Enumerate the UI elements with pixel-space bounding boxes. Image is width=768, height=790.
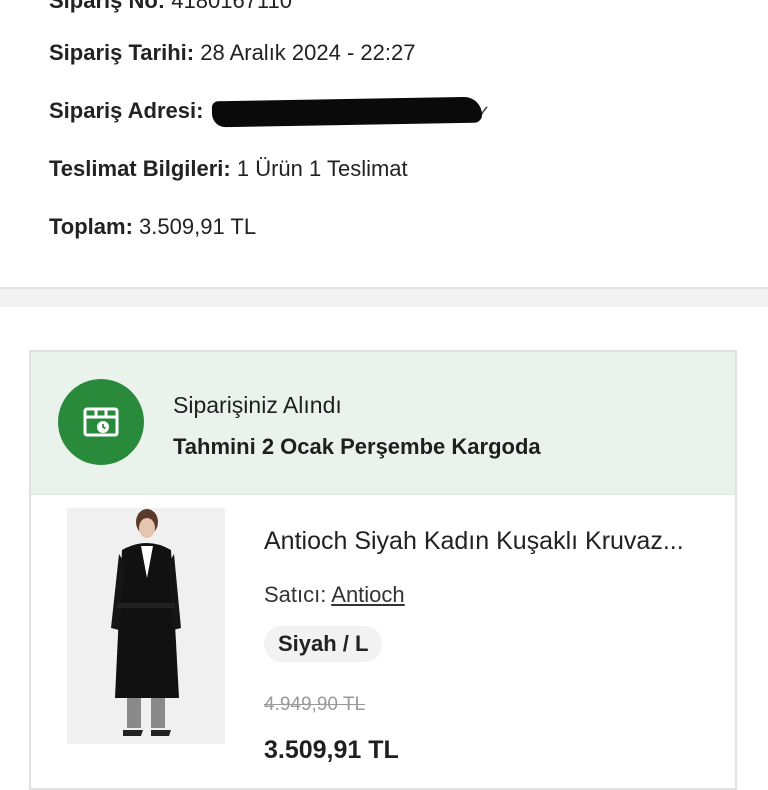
section-gap — [0, 289, 768, 307]
order-info-section: Sipariş No: 4180167110 Sipariş Tarihi: 2… — [0, 0, 768, 288]
order-number-row: Sipariş No: 4180167110 — [49, 0, 292, 16]
product-image[interactable] — [67, 508, 225, 744]
status-icon-circle — [58, 379, 144, 465]
address-redaction — [211, 96, 482, 128]
order-total-row: Toplam: 3.509,91 TL — [49, 212, 256, 242]
shipment-card: Siparişiniz Alındı Tahmini 2 Ocak Perşem… — [29, 350, 737, 790]
delivery-info-value: 1 Ürün 1 Teslimat — [236, 156, 408, 181]
order-address-label: Sipariş Adresi: — [49, 98, 204, 123]
seller-link[interactable]: Antioch — [331, 582, 404, 607]
current-price: 3.509,91 TL — [264, 736, 399, 764]
order-total-value: 3.509,91 TL — [139, 214, 257, 239]
order-number-value: 4180167110 — [171, 0, 292, 13]
seller-row: Satıcı: Antioch — [264, 582, 405, 608]
order-date-row: Sipariş Tarihi: 28 Aralık 2024 - 22:27 — [49, 38, 415, 68]
shipment-status-band: Siparişiniz Alındı Tahmini 2 Ocak Perşem… — [31, 352, 735, 495]
order-date-label: Sipariş Tarihi: — [49, 40, 195, 65]
seller-label: Satıcı: — [264, 582, 327, 607]
variant-badge: Siyah / L — [264, 626, 383, 662]
status-subtitle: Tahmini 2 Ocak Perşembe Kargoda — [173, 434, 541, 459]
product-title[interactable]: Antioch Siyah Kadın Kuşaklı Kruvaz... — [264, 527, 684, 556]
status-title: Siparişiniz Alındı — [173, 392, 342, 418]
delivery-info-label: Teslimat Bilgileri: — [49, 156, 231, 181]
package-clock-icon — [83, 407, 119, 437]
order-number-label: Sipariş No: — [49, 0, 166, 13]
delivery-info-row: Teslimat Bilgileri: 1 Ürün 1 Teslimat — [49, 154, 408, 184]
order-address-row[interactable]: Sipariş Adresi: ✓ — [49, 96, 491, 128]
old-price: 4.949,90 TL — [264, 694, 366, 715]
order-date-value: 28 Aralık 2024 - 22:27 — [200, 40, 416, 65]
order-total-label: Toplam: — [49, 214, 133, 239]
